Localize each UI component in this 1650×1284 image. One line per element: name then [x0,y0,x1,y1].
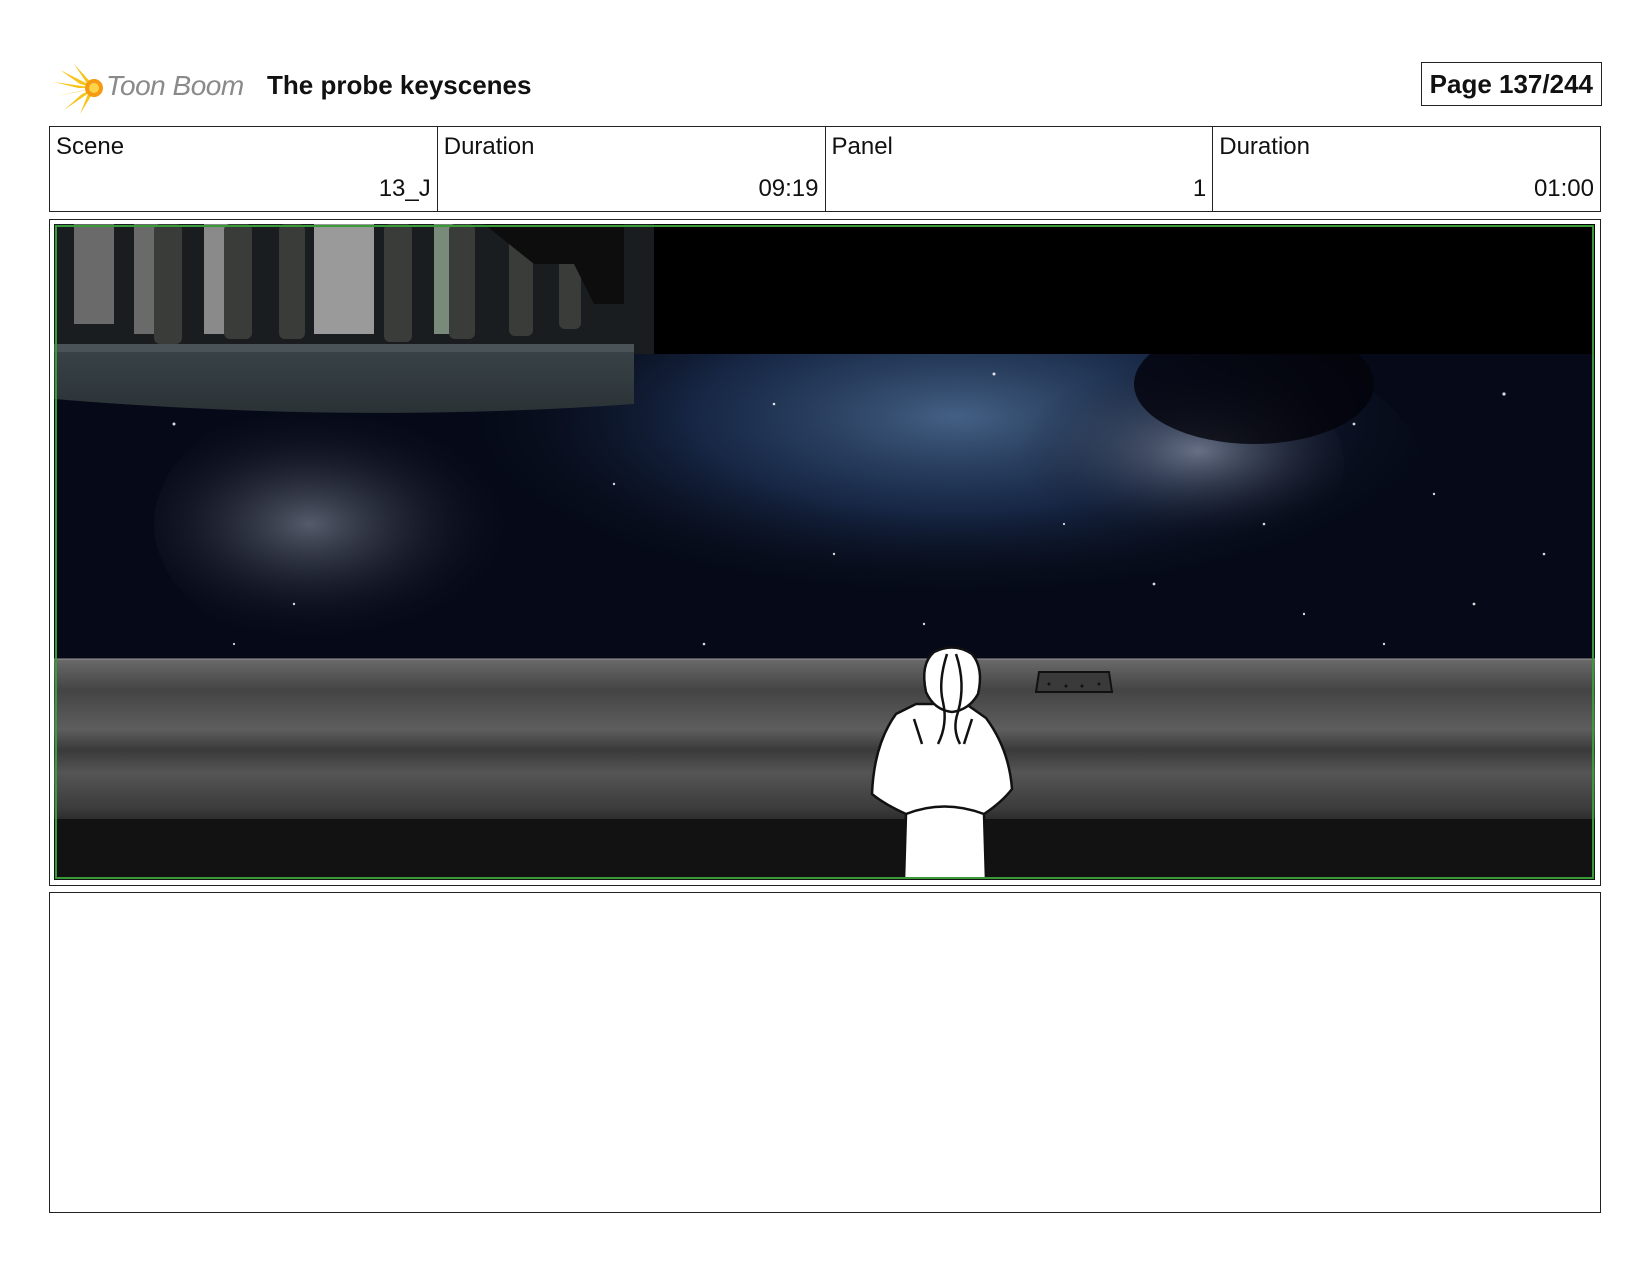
panel-duration-value: 01:00 [1533,175,1594,202]
scene-value: 13_J [378,175,431,202]
panel-duration-label: Duration [1219,133,1310,160]
page-header: Toon Boom The probe keyscenes Page 137/2… [50,58,1602,118]
space-station [54,224,654,413]
scene-duration-cell: Duration 09:19 [438,127,826,211]
scene-duration-label: Duration [443,133,535,160]
storyboard-panel [49,219,1601,886]
scene-duration-value: 09:19 [758,175,819,202]
railing [54,658,1595,880]
page-number: Page 137/244 [1420,62,1602,106]
logo-wordmark: Toon Boom [106,70,244,101]
panel-artwork [54,224,1595,880]
scene-info-table: Scene 13_J Duration 09:19 Panel 1 Durati… [49,126,1601,212]
scene-label: Scene [56,133,125,160]
panel-notes-box [49,892,1601,1213]
panel-duration-cell: Duration 01:00 [1213,127,1600,211]
panel-value: 1 [1192,175,1207,202]
scene-cell: Scene 13_J [50,127,438,211]
panel-label: Panel [831,133,893,160]
panel-cell: Panel 1 [826,127,1214,211]
document-title: The probe keyscenes [267,70,532,100]
starburst-icon [54,64,103,114]
toon-boom-logo: Toon Boom [50,60,250,116]
